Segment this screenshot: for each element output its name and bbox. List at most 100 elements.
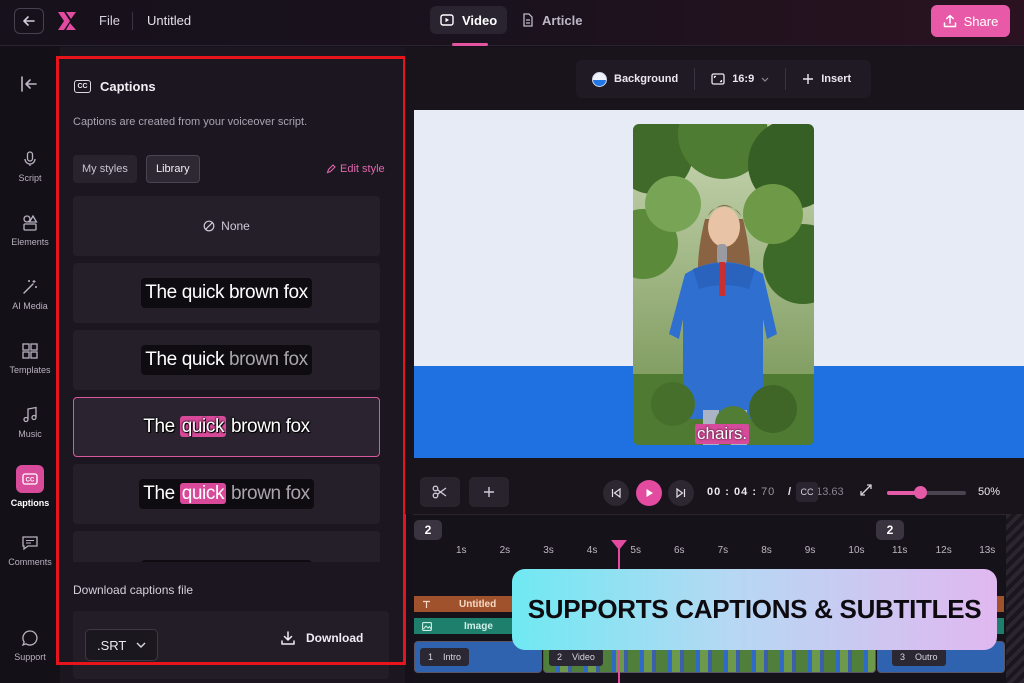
tab-article[interactable]: Article bbox=[512, 6, 592, 34]
rail-item-script[interactable]: Script bbox=[0, 150, 60, 183]
upload-icon bbox=[943, 14, 956, 28]
caption-sample: The quick brown fox bbox=[141, 560, 312, 562]
caption-sample: The quick brown fox bbox=[141, 345, 312, 375]
format-select[interactable]: .SRT bbox=[85, 629, 158, 661]
download-section-label: Download captions file bbox=[73, 583, 194, 597]
caption-sample: The quick brown fox bbox=[139, 412, 313, 442]
share-label: Share bbox=[963, 13, 999, 29]
timeline-tick: 7s bbox=[717, 545, 729, 556]
share-button[interactable]: Share bbox=[931, 5, 1010, 37]
time-milliseconds: 70 bbox=[761, 486, 776, 498]
timeline-tick: 1s bbox=[456, 545, 467, 556]
caption-style-highlight-selected[interactable]: The quick brown fox bbox=[73, 397, 380, 457]
segment-library[interactable]: Library bbox=[146, 155, 200, 183]
rail-item-elements[interactable]: Elements bbox=[0, 214, 60, 247]
aspect-ratio-value: 16:9 bbox=[732, 73, 755, 85]
time-separator: / bbox=[788, 486, 792, 498]
caption-style-none[interactable]: None bbox=[73, 196, 380, 256]
rail-item-label: Captions bbox=[10, 498, 50, 508]
clip-index: 1 bbox=[428, 652, 434, 662]
caption-style-basic[interactable]: The quick brown fox bbox=[73, 263, 380, 323]
timeline-tick: 4s bbox=[586, 545, 598, 556]
rail-item-support[interactable]: Support bbox=[0, 629, 60, 662]
sample-word: quick bbox=[179, 483, 227, 504]
split-button[interactable] bbox=[420, 477, 460, 507]
sample-word: brown bbox=[230, 416, 281, 437]
video-frame-image[interactable] bbox=[633, 124, 814, 445]
text-track[interactable]: Untitled bbox=[414, 596, 512, 612]
back-button[interactable] bbox=[14, 8, 44, 34]
timeline-marker[interactable]: 2 bbox=[876, 520, 904, 540]
pencil-icon bbox=[326, 164, 336, 174]
timeline-tick: 8s bbox=[761, 545, 772, 556]
timeline-tick: 13s bbox=[979, 545, 996, 556]
plus-icon bbox=[803, 74, 814, 84]
total-duration: 13.63 bbox=[816, 486, 844, 498]
chevron-down-icon bbox=[761, 77, 769, 82]
rail-item-comments[interactable]: Comments bbox=[0, 534, 60, 567]
panel-title: Captions bbox=[100, 79, 156, 94]
document-icon bbox=[523, 13, 533, 27]
timeline-tick: 11s bbox=[892, 545, 908, 556]
play-button[interactable] bbox=[636, 480, 662, 506]
caption-style-highlight-dim[interactable]: The quick brown fox bbox=[73, 464, 380, 524]
sample-word: The bbox=[143, 416, 175, 437]
clip-name: Outro bbox=[915, 652, 938, 662]
aspect-ratio-select[interactable]: 16:9 bbox=[695, 68, 785, 90]
shapes-icon bbox=[23, 214, 38, 231]
sample-word: quick bbox=[181, 282, 225, 303]
tab-video[interactable]: Video bbox=[430, 6, 508, 34]
image-icon bbox=[422, 621, 432, 631]
zoom-slider[interactable] bbox=[887, 486, 966, 499]
chat-bubble-icon bbox=[21, 630, 38, 647]
sample-word: fox bbox=[283, 349, 309, 370]
skip-back-icon bbox=[611, 488, 621, 498]
timeline-marker[interactable]: 2 bbox=[414, 520, 442, 540]
caption-style-list[interactable]: None The quick brown fox The quick brown… bbox=[73, 196, 380, 562]
divider bbox=[132, 12, 133, 30]
rail-item-templates[interactable]: Templates bbox=[0, 342, 60, 375]
woman-with-microphone-image bbox=[633, 124, 814, 445]
active-tab-indicator bbox=[452, 43, 488, 46]
skip-forward-button[interactable] bbox=[668, 480, 694, 506]
background-label: Background bbox=[614, 73, 679, 85]
video-canvas[interactable]: chairs. bbox=[414, 110, 1024, 458]
document-title[interactable]: Untitled bbox=[147, 13, 191, 28]
collapse-panel-button[interactable] bbox=[20, 76, 38, 97]
left-rail: Script Elements AI Media Templates Music… bbox=[0, 47, 60, 683]
rail-item-ai-media[interactable]: AI Media bbox=[0, 278, 60, 311]
rail-item-captions[interactable]: CC Captions bbox=[0, 465, 60, 508]
image-track[interactable]: Image bbox=[414, 618, 512, 634]
insert-button[interactable]: Insert bbox=[786, 68, 867, 90]
skip-back-button[interactable] bbox=[603, 480, 629, 506]
cc-icon: CC bbox=[22, 473, 38, 485]
captions-toggle-button[interactable]: CC bbox=[796, 482, 818, 502]
app-logo-icon bbox=[58, 12, 76, 30]
file-menu[interactable]: File bbox=[99, 13, 120, 28]
format-value: .SRT bbox=[97, 637, 127, 653]
sample-word: The bbox=[143, 483, 175, 504]
rail-item-label: Comments bbox=[8, 557, 52, 567]
clip-index: 2 bbox=[557, 652, 563, 662]
insert-label: Insert bbox=[821, 73, 852, 85]
rail-item-music[interactable]: Music bbox=[0, 406, 60, 439]
top-bar: File Untitled Video Article Share bbox=[0, 0, 1024, 46]
chevron-down-icon bbox=[136, 642, 146, 648]
text-track-label: Untitled bbox=[459, 598, 497, 610]
edit-style-label: Edit style bbox=[340, 163, 385, 175]
caption-style-karaoke-dim[interactable]: The quick brown fox bbox=[73, 330, 380, 390]
segment-my-styles[interactable]: My styles bbox=[73, 155, 137, 183]
download-button[interactable]: Download bbox=[280, 628, 363, 648]
background-button[interactable]: Background bbox=[576, 68, 694, 90]
rail-item-label: AI Media bbox=[12, 301, 48, 311]
expand-button[interactable] bbox=[860, 484, 872, 499]
music-note-icon bbox=[23, 406, 37, 423]
playhead-handle[interactable] bbox=[611, 540, 627, 550]
edit-style-link[interactable]: Edit style bbox=[326, 163, 385, 175]
tab-video-label: Video bbox=[462, 12, 498, 28]
add-clip-button[interactable] bbox=[469, 477, 509, 507]
clip-name: Intro bbox=[443, 652, 462, 662]
caption-style-pink-word[interactable]: The quick brown fox bbox=[73, 531, 380, 562]
sample-word: fox bbox=[283, 282, 309, 303]
caption-overlay[interactable]: chairs. bbox=[695, 424, 750, 444]
